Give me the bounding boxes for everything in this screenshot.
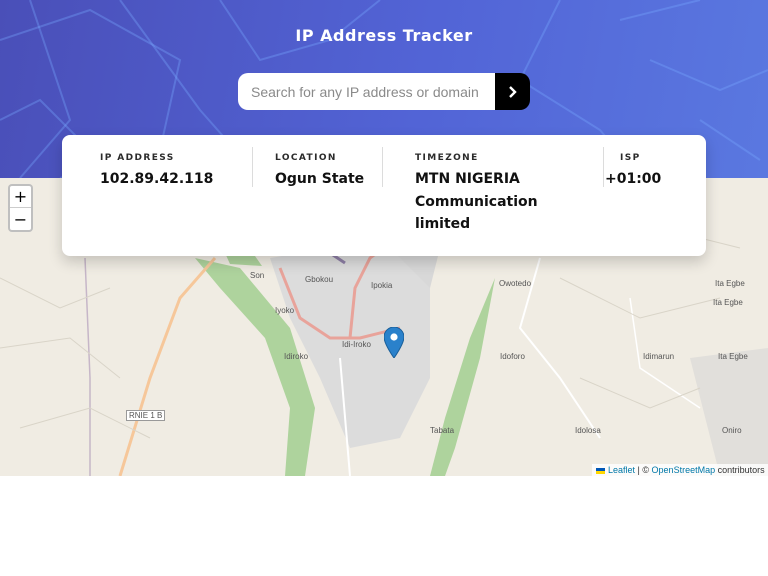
zoom-in-button[interactable]: +: [10, 186, 31, 208]
leaflet-link[interactable]: Leaflet: [608, 465, 635, 475]
location-value: Ogun State: [275, 171, 365, 187]
search-submit-button[interactable]: [495, 73, 530, 110]
ip-address-value: 102.89.42.118: [100, 171, 214, 187]
place-label: Gbokou: [305, 275, 334, 284]
page-title: IP Address Tracker: [295, 26, 473, 45]
isp-value: +01:00: [605, 171, 662, 187]
place-label: Idi-Iroko: [342, 340, 371, 349]
divider: [252, 147, 253, 187]
place-label: Ita Egbe: [715, 279, 745, 288]
attribution-separator: | ©: [637, 465, 650, 475]
place-label: Idiroko: [284, 352, 309, 361]
place-label: Iyoko: [275, 306, 295, 315]
chevron-right-icon: [508, 85, 517, 98]
place-label: Ipokia: [371, 281, 393, 290]
timezone-value: MTN NIGERIA Communication limited: [415, 171, 538, 232]
place-label: Idolosa: [575, 426, 601, 435]
place-label: Ita Egbe: [713, 298, 743, 307]
place-label: Son: [250, 271, 265, 280]
zoom-control: + −: [8, 184, 33, 232]
ip-address-label: IP ADDRESS: [100, 153, 175, 163]
search-input[interactable]: [238, 73, 496, 110]
attribution-suffix: contributors: [717, 465, 765, 475]
place-label: Idimarun: [643, 352, 675, 361]
timezone-label: TIMEZONE: [415, 153, 479, 163]
isp-label: ISP: [620, 153, 641, 163]
map-attribution: Leaflet | © OpenStreetMap contributors: [592, 464, 768, 476]
ip-info-card: IP ADDRESS 102.89.42.118 LOCATION Ogun S…: [62, 135, 706, 256]
location-label: LOCATION: [275, 153, 337, 163]
place-label: Oniro: [722, 426, 742, 435]
place-label: Tabata: [430, 426, 455, 435]
place-label: Ita Egbe: [718, 352, 748, 361]
osm-link[interactable]: OpenStreetMap: [652, 465, 716, 475]
ukraine-flag-icon: [596, 467, 605, 474]
search-bar: [238, 73, 530, 110]
divider: [603, 147, 604, 187]
place-label: Idoforo: [500, 352, 525, 361]
zoom-out-button[interactable]: −: [10, 208, 31, 230]
map-marker-icon[interactable]: [384, 327, 404, 358]
divider: [382, 147, 383, 187]
place-label: Owotedo: [499, 279, 532, 288]
road-shield: RNIE 1 B: [126, 410, 166, 421]
